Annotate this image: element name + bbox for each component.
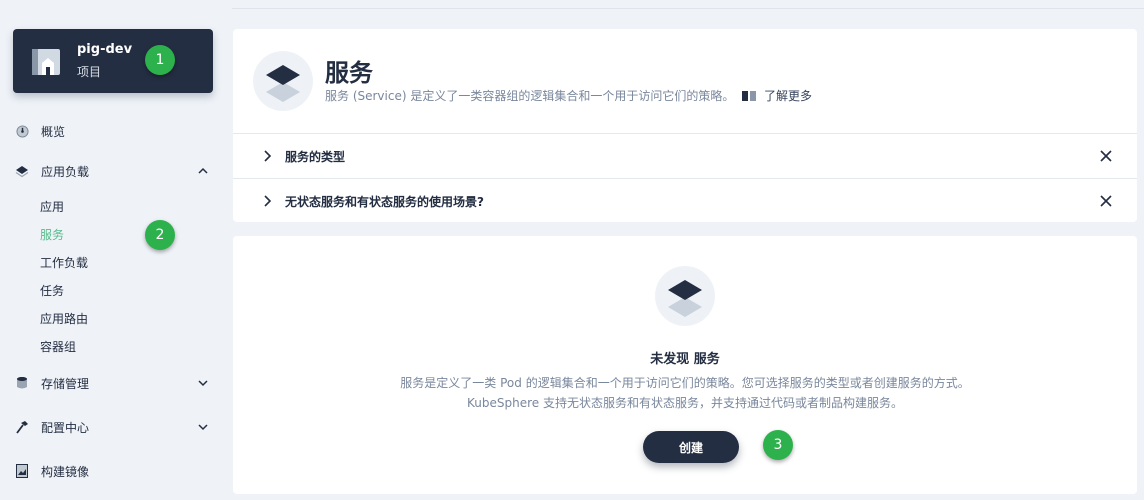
service-header-card: 服务 服务 (Service) 是定义了一类容器组的逻辑集合和一个用于访问它们的… [233, 29, 1137, 222]
sidebar-subitem-jobs[interactable]: 任务 [40, 282, 64, 299]
database-icon [15, 376, 29, 390]
sidebar-item-label: 存储管理 [41, 376, 90, 391]
faq-stateless-stateful[interactable]: 无状态服务和有状态服务的使用场景? [233, 178, 1137, 223]
chevron-down-icon[interactable] [197, 377, 209, 389]
empty-title: 未发现 服务 [650, 352, 720, 367]
sidebar-subitem-apps[interactable]: 应用 [40, 198, 64, 215]
empty-description: KubeSphere 支持无状态服务和有状态服务，并支持通过代码或者制品构建服务… [467, 396, 903, 410]
empty-state-card: 未发现 服务 服务是定义了一类 Pod 的逻辑集合和一个用于访问它们的策略。您可… [233, 236, 1137, 494]
learn-more-label: 了解更多 [764, 89, 813, 103]
book-icon [742, 90, 756, 101]
faq-label: 服务的类型 [285, 150, 346, 164]
create-button[interactable]: 创建 [643, 431, 739, 463]
chevron-up-icon[interactable] [197, 165, 209, 177]
sidebar-subitem-routes[interactable]: 应用路由 [40, 310, 88, 327]
sidebar-item-label: 应用负载 [41, 164, 90, 179]
learn-more-link[interactable]: 了解更多 [741, 87, 812, 104]
sidebar-subitem-workloads[interactable]: 工作负载 [40, 254, 88, 271]
close-icon[interactable] [1099, 194, 1113, 208]
sidebar-item-image-build[interactable]: 构建镜像 [15, 461, 89, 481]
chevron-right-icon [264, 150, 272, 162]
service-icon [253, 51, 313, 111]
close-icon[interactable] [1099, 149, 1113, 163]
step-badge-1: 1 [145, 45, 175, 75]
sidebar-item-overview[interactable]: 概览 [15, 121, 65, 141]
project-icon [32, 49, 60, 75]
layers-icon [15, 164, 29, 178]
faq-service-types[interactable]: 服务的类型 [233, 133, 1137, 178]
faq-label: 无状态服务和有状态服务的使用场景? [285, 195, 484, 209]
sidebar-item-workloads[interactable]: 应用负载 [15, 161, 89, 181]
page-description: 服务 (Service) 是定义了一类容器组的逻辑集合和一个用于访问它们的策略。 [325, 89, 735, 103]
dashboard-icon [15, 124, 29, 138]
page-title: 服务 [325, 59, 373, 87]
hammer-icon [15, 420, 29, 434]
sidebar-item-label: 构建镜像 [41, 464, 90, 479]
chevron-down-icon[interactable] [197, 421, 209, 433]
image-icon [15, 464, 29, 478]
sidebar-item-label: 概览 [41, 124, 66, 139]
project-selector[interactable]: pig-dev 项目 [13, 29, 213, 93]
top-divider [232, 8, 1144, 9]
sidebar-subitem-pods[interactable]: 容器组 [40, 338, 76, 355]
step-badge-2: 2 [145, 220, 175, 250]
project-type: 项目 [77, 65, 102, 79]
chevron-right-icon [264, 195, 272, 207]
sidebar-item-storage[interactable]: 存储管理 [15, 373, 89, 393]
step-badge-3: 3 [763, 430, 793, 460]
empty-description: 服务是定义了一类 Pod 的逻辑集合和一个用于访问它们的策略。您可选择服务的类型… [400, 376, 970, 390]
sidebar-subitem-services[interactable]: 服务 [40, 226, 64, 243]
project-name: pig-dev [77, 42, 133, 57]
sidebar-item-label: 配置中心 [41, 420, 90, 435]
service-icon [655, 266, 715, 326]
sidebar-item-config[interactable]: 配置中心 [15, 417, 89, 437]
